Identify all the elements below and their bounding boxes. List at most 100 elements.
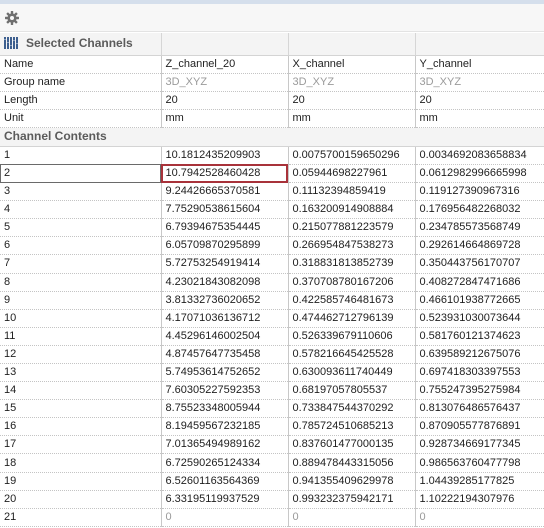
row-label[interactable]: 10	[0, 309, 162, 328]
cell-value[interactable]: 0.733847544370292	[288, 399, 416, 419]
cell-value[interactable]: mm	[161, 109, 289, 128]
cell-value[interactable]: 0	[288, 508, 416, 527]
cell-value[interactable]: 0.163200914908884	[288, 200, 416, 220]
table-row[interactable]: 2 10.7942528460428 0.05944698227961 0.06129…	[0, 164, 544, 184]
cell-value[interactable]: 0.986563760477798	[415, 453, 544, 473]
cell-value[interactable]: 10.1812435209903	[161, 146, 289, 165]
row-label[interactable]: 5	[0, 218, 162, 238]
cell-value[interactable]: 7.75290538615604	[161, 200, 289, 220]
cell-value[interactable]: 9.24426665370581	[161, 182, 289, 202]
cell-value[interactable]: Z_channel_20	[161, 55, 289, 74]
row-label[interactable]: 13	[0, 363, 162, 383]
cell-value[interactable]: Y_channel	[415, 55, 544, 74]
cell-value[interactable]: 8.75523348005944	[161, 399, 289, 419]
property-row[interactable]: Group name 3D_XYZ 3D_XYZ 3D_XYZ	[0, 73, 544, 92]
cell-value[interactable]: 20	[288, 91, 416, 110]
row-label[interactable]: 4	[0, 200, 162, 220]
cell-value[interactable]: 0.581760121374623	[415, 327, 544, 346]
cell-value[interactable]: 4.45296146002504	[161, 327, 289, 346]
cell-value[interactable]: 0.370708780167206	[288, 273, 416, 292]
table-row[interactable]: 1 10.1812435209903 0.0075700159650296 0.003…	[0, 146, 544, 165]
row-label[interactable]: 17	[0, 435, 162, 455]
cell-value[interactable]: 7.60305227592353	[161, 381, 289, 401]
cell-value[interactable]: 0.0034692083658834	[415, 146, 544, 165]
table-row[interactable]: 6 6.05709870295899 0.266954847538273 0.2926…	[0, 236, 544, 256]
cell-value[interactable]: 5.72753254919414	[161, 254, 289, 274]
cell-value[interactable]: mm	[288, 109, 416, 128]
cell-value[interactable]: 20	[415, 91, 544, 110]
cell-value[interactable]: 6.05709870295899	[161, 236, 289, 256]
cell-value[interactable]: 3D_XYZ	[161, 73, 289, 92]
cell-value[interactable]: 6.33195119937529	[161, 490, 289, 509]
cell-value[interactable]: 6.52601163564369	[161, 472, 289, 491]
table-row[interactable]: 16 8.19459567232185 0.785724510685213 0.870…	[0, 417, 544, 437]
cell-value[interactable]: 0.639589212675076	[415, 345, 544, 365]
table-row[interactable]: 19 6.52601163564369 0.941355409629978 1.044…	[0, 472, 544, 491]
row-label[interactable]: 12	[0, 345, 162, 365]
cell-value[interactable]: 10.7942528460428	[161, 164, 289, 184]
row-label[interactable]: Group name	[0, 73, 162, 92]
cell-value[interactable]: 0.474462712796139	[288, 309, 416, 328]
row-label[interactable]: 2	[0, 164, 162, 184]
row-label[interactable]: 21	[0, 508, 162, 527]
table-row[interactable]: 5 6.79394675354445 0.215077881223579 0.2347…	[0, 218, 544, 238]
row-label[interactable]: Name	[0, 55, 162, 74]
table-row[interactable]: 8 4.23021843082098 0.370708780167206 0.4082…	[0, 273, 544, 292]
cell-value[interactable]: 0.755247395275984	[415, 381, 544, 401]
cell-value[interactable]: 6.72590265124334	[161, 453, 289, 473]
table-row[interactable]: 15 8.75523348005944 0.733847544370292 0.813…	[0, 399, 544, 419]
cell-value[interactable]: 0.928734669177345	[415, 435, 544, 455]
section-header-channel-contents[interactable]: Channel Contents	[0, 127, 544, 147]
cell-value[interactable]: 0.119127390967316	[415, 182, 544, 202]
cell-value[interactable]: 0.0075700159650296	[288, 146, 416, 165]
table-row[interactable]: 12 4.87457647735458 0.578216645425528 0.639…	[0, 345, 544, 365]
cell-value[interactable]: 3D_XYZ	[288, 73, 416, 92]
table-row[interactable]: 18 6.72590265124334 0.889478443315056 0.986…	[0, 453, 544, 473]
cell-value[interactable]: 0.813076486576437	[415, 399, 544, 419]
cell-value[interactable]: mm	[415, 109, 544, 128]
cell-value[interactable]: 0.785724510685213	[288, 417, 416, 437]
cell-value[interactable]: 0.234785573568749	[415, 218, 544, 238]
row-label[interactable]: 18	[0, 453, 162, 473]
row-label[interactable]: 11	[0, 327, 162, 346]
cell-value[interactable]: 6.79394675354445	[161, 218, 289, 238]
gear-icon[interactable]	[4, 10, 20, 26]
cell-value[interactable]: 0.837601477000135	[288, 435, 416, 455]
cell-value[interactable]: 0.889478443315056	[288, 453, 416, 473]
cell-value[interactable]: 0.266954847538273	[288, 236, 416, 256]
cell-value[interactable]: 0.630093611740449	[288, 363, 416, 383]
cell-value[interactable]: 0.941355409629978	[288, 472, 416, 491]
cell-value[interactable]: 4.17071036136712	[161, 309, 289, 328]
row-label[interactable]: 8	[0, 273, 162, 292]
table-row[interactable]: 11 4.45296146002504 0.526339679110606 0.581…	[0, 327, 544, 346]
cell-value[interactable]: 0.523931030073644	[415, 309, 544, 328]
cell-value[interactable]: 0.466101938772665	[415, 291, 544, 310]
cell-value[interactable]: 0.870905577876891	[415, 417, 544, 437]
cell-value[interactable]: 1.04439285177825	[415, 472, 544, 491]
property-row[interactable]: Name Z_channel_20 X_channel Y_channel	[0, 55, 544, 74]
cell-value[interactable]: 0	[415, 508, 544, 527]
cell-value[interactable]: 1.10222194307976	[415, 490, 544, 509]
cell-value[interactable]: 0.318831813852739	[288, 254, 416, 274]
row-label[interactable]: 9	[0, 291, 162, 310]
cell-value[interactable]: 0.408272847471686	[415, 273, 544, 292]
cell-value[interactable]: 0	[161, 508, 289, 527]
cell-value[interactable]: 0.11132394859419	[288, 182, 416, 202]
row-label[interactable]: 15	[0, 399, 162, 419]
cell-value[interactable]: 0.422585746481673	[288, 291, 416, 310]
cell-value[interactable]: 0.350443756170707	[415, 254, 544, 274]
cell-value[interactable]: 5.74953614752652	[161, 363, 289, 383]
property-row[interactable]: Unit mm mm mm	[0, 109, 544, 128]
table-row[interactable]: 4 7.75290538615604 0.163200914908884 0.1769…	[0, 200, 544, 220]
cell-value[interactable]: 0.292614664869728	[415, 236, 544, 256]
row-label[interactable]: 1	[0, 146, 162, 165]
cell-value[interactable]: 0.0612982996665998	[415, 164, 544, 184]
cell-value[interactable]: 0.578216645425528	[288, 345, 416, 365]
row-label[interactable]: Unit	[0, 109, 162, 128]
row-label[interactable]: 16	[0, 417, 162, 437]
cell-value[interactable]: 0.993232375942171	[288, 490, 416, 509]
table-row[interactable]: 17 7.01365494989162 0.837601477000135 0.928…	[0, 435, 544, 455]
table-row[interactable]: 13 5.74953614752652 0.630093611740449 0.697…	[0, 363, 544, 383]
cell-value[interactable]: 0.68197057805537	[288, 381, 416, 401]
row-label[interactable]: 3	[0, 182, 162, 202]
